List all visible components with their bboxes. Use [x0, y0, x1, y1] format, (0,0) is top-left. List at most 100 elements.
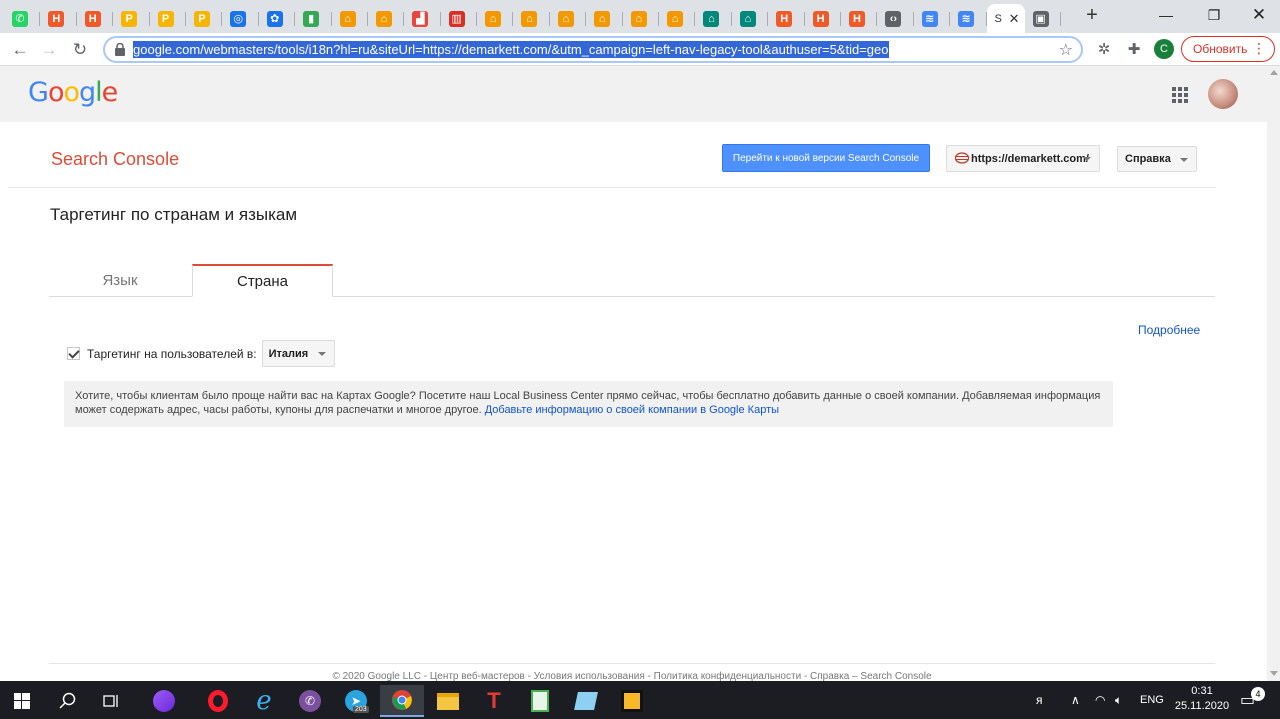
forward-arrow-icon[interactable]: → — [38, 39, 60, 61]
browser-tab[interactable]: ≋ — [950, 4, 987, 33]
alice-icon[interactable] — [142, 685, 186, 717]
account-avatar[interactable] — [1208, 79, 1238, 109]
maximize-button[interactable]: ❐ — [1191, 0, 1237, 30]
reload-icon[interactable]: ↻ — [69, 39, 91, 61]
learn-more-link[interactable]: Подробнее — [1138, 323, 1200, 337]
code-icon: ‹› — [885, 10, 902, 27]
telegram-icon[interactable]: ➤ 203 — [334, 685, 378, 717]
t-app-icon[interactable]: T — [472, 685, 516, 717]
targeting-row: Таргетинг на пользователей в: Италия — [67, 340, 335, 367]
viber-icon[interactable]: ✆ — [288, 685, 332, 717]
new-version-button[interactable]: Перейти к новой версии Search Console — [722, 144, 930, 172]
minimize-button[interactable]: — — [1143, 0, 1189, 30]
browser-tab[interactable]: ✆ — [4, 4, 41, 33]
country-select[interactable]: Италия — [261, 340, 335, 367]
tab-country[interactable]: Страна — [192, 264, 333, 297]
footer-divider — [49, 663, 1215, 664]
search-console-title[interactable]: Search Console — [51, 149, 179, 170]
tab-language[interactable]: Язык — [49, 264, 191, 297]
people-icon[interactable]: ᴙ — [1036, 681, 1043, 719]
help-label: Справка — [1125, 153, 1171, 165]
scroll-up-icon[interactable] — [1270, 70, 1278, 75]
scroll-down-icon[interactable] — [1270, 671, 1278, 676]
google-logo[interactable]: Google — [28, 77, 118, 108]
browser-tab[interactable]: ⌂ — [477, 4, 514, 33]
edge-icon[interactable]: e — [242, 685, 286, 717]
browser-tab[interactable]: ⌂ — [332, 4, 369, 33]
browser-tab[interactable]: ⌂ — [513, 4, 551, 33]
browser-tab[interactable]: P — [186, 4, 223, 33]
browser-tab[interactable]: ⌂ — [368, 4, 405, 33]
browser-tab[interactable]: ▥ — [441, 4, 478, 33]
tile-app-icon[interactable] — [610, 685, 654, 717]
browser-tab[interactable]: ▣ — [1025, 4, 1062, 33]
extensions-puzzle-icon[interactable]: ✚ — [1125, 40, 1143, 58]
target-users-label: Таргетинг на пользователей в: — [87, 346, 257, 361]
close-tab-icon[interactable]: ✕ — [1009, 11, 1020, 27]
browser-tab[interactable]: P — [150, 4, 187, 33]
add-business-link[interactable]: Добавьте информацию о своей компании в G… — [485, 404, 779, 416]
language-indicator[interactable]: ENG — [1140, 681, 1164, 719]
home-icon: ⌂ — [667, 10, 684, 27]
chevron-up-icon[interactable]: ∧ — [1071, 681, 1080, 719]
browser-tab[interactable]: H — [805, 4, 842, 33]
browser-tab-strip: ✆ H H P P P ◎ ✿ ▮ ⌂ ⌂ ▟ ▥ ⌂ ⌂ ⌂ ⌂ ⌂ ⌂ ⌂ ⌂ H H H ‹› ≋ ≋ S ✕ ▣ + — ❐ ✕ — [0, 0, 1280, 33]
profile-avatar[interactable]: C — [1154, 39, 1174, 59]
wifi-icon[interactable]: ◠ — [1095, 681, 1105, 719]
pma-icon: P — [121, 10, 138, 27]
site-selector[interactable]: https://demarkett.com/ — [946, 145, 1100, 172]
notification-icon[interactable]: ▭ — [1240, 681, 1255, 719]
browser-tab[interactable]: H — [77, 4, 114, 33]
windows-start-icon[interactable] — [0, 685, 44, 717]
extension-gear-icon[interactable]: ✲ — [1095, 40, 1113, 58]
browser-tab[interactable]: ⌂ — [550, 4, 587, 33]
browser-tab[interactable]: ◎ — [222, 4, 260, 33]
browser-tab[interactable]: ⌂ — [659, 4, 696, 33]
browser-tab[interactable]: ✿ — [259, 4, 296, 33]
address-bar[interactable]: google.com/webmasters/tools/i18n?hl=ru&s… — [103, 36, 1083, 63]
browser-toolbar: ← → ↻ google.com/webmasters/tools/i18n?h… — [0, 33, 1280, 66]
notepad-icon[interactable] — [518, 685, 562, 717]
browser-tab[interactable]: ⌂ — [695, 4, 733, 33]
bookmark-star-icon[interactable]: ☆ — [1059, 40, 1073, 60]
header-divider — [8, 187, 1216, 188]
help-dropdown[interactable]: Справка — [1117, 146, 1197, 172]
browser-tab-active[interactable]: S ✕ — [986, 4, 1025, 33]
lock-icon[interactable] — [114, 43, 126, 56]
task-view-icon[interactable] — [90, 685, 134, 717]
target-users-checkbox[interactable] — [67, 347, 80, 360]
browser-tab[interactable]: ‹› — [877, 4, 915, 33]
country-select-value: Италия — [268, 347, 309, 360]
update-button[interactable]: Обновить ⋮ — [1181, 36, 1275, 62]
new-tab-button[interactable]: + — [1082, 4, 1102, 27]
page-scrollbar[interactable] — [1267, 66, 1280, 681]
chrome-icon[interactable] — [380, 685, 424, 717]
paper-icon[interactable] — [564, 685, 608, 717]
chart-bars-icon: ▥ — [448, 10, 465, 27]
browser-tab[interactable]: ⌂ — [623, 4, 660, 33]
browser-tab[interactable]: ⌂ — [586, 4, 624, 33]
browser-tab[interactable]: H — [40, 4, 78, 33]
browser-tab[interactable]: ≋ — [914, 4, 951, 33]
browser-tab[interactable]: ▟ — [404, 4, 442, 33]
close-window-button[interactable]: ✕ — [1236, 0, 1280, 30]
menu-dots-icon: ⋮ — [1252, 40, 1266, 56]
browser-tab[interactable]: P — [113, 4, 150, 33]
browser-tab[interactable]: ⌂ — [732, 4, 769, 33]
logo-letter: g — [79, 77, 96, 108]
search-icon[interactable] — [46, 685, 90, 717]
file-explorer-icon[interactable] — [426, 685, 470, 717]
browser-tab[interactable]: H — [768, 4, 805, 33]
chevron-down-icon — [1083, 157, 1091, 161]
volume-icon[interactable]: 🔈︎ — [1115, 681, 1122, 719]
back-arrow-icon[interactable]: ← — [9, 39, 31, 61]
apps-grid-icon[interactable] — [1172, 87, 1188, 103]
browser-tab[interactable]: H — [841, 4, 878, 33]
h-icon: H — [776, 10, 793, 27]
browser-tab[interactable]: ▮ — [295, 4, 332, 33]
clock[interactable]: 0:31 25.11.2020 — [1172, 684, 1232, 714]
h-icon: H — [84, 10, 101, 27]
globe-icon: ◎ — [230, 10, 247, 27]
opera-icon[interactable] — [196, 685, 240, 717]
url-text[interactable]: google.com/webmasters/tools/i18n?hl=ru&s… — [133, 41, 889, 58]
